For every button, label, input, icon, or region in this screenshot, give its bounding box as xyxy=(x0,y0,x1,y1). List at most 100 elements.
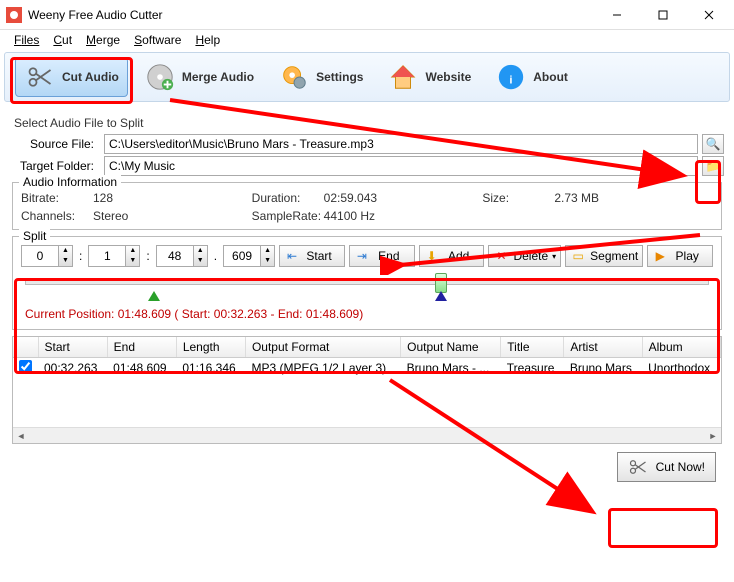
cell-start: 00:32.263 xyxy=(38,358,107,379)
horizontal-scrollbar[interactable]: ◄ ► xyxy=(13,427,721,443)
scroll-right-icon[interactable]: ► xyxy=(705,428,721,444)
bitrate-label: Bitrate: xyxy=(21,191,93,205)
row-checkbox[interactable] xyxy=(19,360,32,373)
scissors-icon xyxy=(628,457,648,477)
close-button[interactable] xyxy=(686,0,732,30)
merge-audio-label: Merge Audio xyxy=(182,70,254,84)
second1-stepper[interactable]: ▲▼ xyxy=(88,245,140,267)
up-arrow-icon[interactable]: ▲ xyxy=(58,246,72,256)
col-start[interactable]: Start xyxy=(38,337,107,358)
add-button[interactable]: ⬇Add xyxy=(419,245,485,267)
scroll-left-icon[interactable]: ◄ xyxy=(13,428,29,444)
maximize-button[interactable] xyxy=(640,0,686,30)
browse-target-button[interactable]: 📁 xyxy=(702,156,724,176)
scissors-icon xyxy=(24,61,56,93)
col-name[interactable]: Output Name xyxy=(401,337,501,358)
play-button[interactable]: ▶Play xyxy=(647,245,713,267)
cell-artist: Bruno Mars xyxy=(564,358,642,379)
settings-label: Settings xyxy=(316,70,363,84)
source-file-label: Source File: xyxy=(10,137,100,151)
samplerate-value: 44100 Hz xyxy=(324,209,483,223)
segment-button[interactable]: ▭Segment xyxy=(565,245,643,267)
play-icon: ▶ xyxy=(652,248,668,264)
second2-input[interactable] xyxy=(157,246,193,266)
size-label: Size: xyxy=(482,191,554,223)
down-arrow-icon[interactable]: ▼ xyxy=(58,256,72,266)
cut-now-button[interactable]: Cut Now! xyxy=(617,452,716,482)
settings-button[interactable]: Settings xyxy=(270,57,371,97)
merge-audio-button[interactable]: Merge Audio xyxy=(136,57,262,97)
menu-software[interactable]: Software xyxy=(128,31,187,49)
minimize-button[interactable] xyxy=(594,0,640,30)
col-end[interactable]: End xyxy=(107,337,176,358)
col-album[interactable]: Album xyxy=(642,337,720,358)
main-toolbar: Cut Audio Merge Audio Settings Website i… xyxy=(4,52,730,102)
cut-audio-label: Cut Audio xyxy=(62,70,119,84)
cut-audio-button[interactable]: Cut Audio xyxy=(15,57,128,97)
source-file-input[interactable] xyxy=(104,134,698,154)
cell-end: 01:48.609 xyxy=(107,358,176,379)
app-icon xyxy=(6,7,22,23)
ms-stepper[interactable]: ▲▼ xyxy=(223,245,275,267)
cd-plus-icon xyxy=(144,61,176,93)
audio-info-group: Audio Information Bitrate:128 Channels:S… xyxy=(12,182,722,230)
menu-cut[interactable]: Cut xyxy=(47,31,78,49)
split-title: Split xyxy=(19,229,50,243)
col-length[interactable]: Length xyxy=(176,337,245,358)
start-marker-icon: ⇤ xyxy=(284,248,300,264)
second2-stepper[interactable]: ▲▼ xyxy=(156,245,208,267)
start-marker-icon xyxy=(148,291,160,301)
window-title: Weeny Free Audio Cutter xyxy=(28,8,594,22)
dropdown-icon: ▾ xyxy=(552,252,556,261)
cell-title: Treasure xyxy=(501,358,564,379)
segment-icon: ▭ xyxy=(570,248,586,264)
track-thumb[interactable] xyxy=(435,273,447,293)
menu-bar: Files Cut Merge Software Help xyxy=(0,30,734,50)
duration-value: 02:59.043 xyxy=(324,191,483,205)
timeline-track[interactable] xyxy=(25,275,709,305)
cell-format: MP3 (MPEG 1/2 Layer 3) xyxy=(245,358,400,379)
audio-info-title: Audio Information xyxy=(19,175,121,189)
menu-merge[interactable]: Merge xyxy=(80,31,126,49)
cell-album: Unorthodox xyxy=(642,358,720,379)
minute-stepper[interactable]: ▲▼ xyxy=(21,245,73,267)
browse-source-button[interactable]: 🔍 xyxy=(702,134,724,154)
size-value: 2.73 MB xyxy=(554,191,713,223)
col-check[interactable] xyxy=(13,337,38,358)
minute-input[interactable] xyxy=(22,246,58,266)
samplerate-label: SampleRate: xyxy=(252,209,324,223)
cell-length: 01:16.346 xyxy=(176,358,245,379)
website-button[interactable]: Website xyxy=(379,57,479,97)
second1-input[interactable] xyxy=(89,246,125,266)
end-marker-icon xyxy=(435,291,447,301)
channels-value: Stereo xyxy=(93,209,252,223)
select-file-section-label: Select Audio File to Split xyxy=(14,116,724,130)
current-position-label: Current Position: 01:48.609 ( Start: 00:… xyxy=(25,307,709,321)
col-format[interactable]: Output Format xyxy=(245,337,400,358)
bitrate-value: 128 xyxy=(93,191,252,205)
info-icon: i xyxy=(495,61,527,93)
track-rail xyxy=(25,279,709,285)
col-artist[interactable]: Artist xyxy=(564,337,642,358)
end-button[interactable]: ⇥End xyxy=(349,245,415,267)
target-folder-input[interactable] xyxy=(104,156,698,176)
start-button[interactable]: ⇤Start xyxy=(279,245,345,267)
annotation-highlight xyxy=(608,508,718,548)
folder-icon: 📁 xyxy=(706,159,721,173)
title-bar: Weeny Free Audio Cutter xyxy=(0,0,734,30)
gear-icon xyxy=(278,61,310,93)
cut-now-label: Cut Now! xyxy=(656,460,705,474)
delete-button[interactable]: ✕Delete▾ xyxy=(488,245,561,267)
target-folder-label: Target Folder: xyxy=(10,159,100,173)
house-icon xyxy=(387,61,419,93)
menu-help[interactable]: Help xyxy=(189,31,226,49)
table-row[interactable]: 00:32.263 01:48.609 01:16.346 MP3 (MPEG … xyxy=(13,358,721,379)
duration-label: Duration: xyxy=(252,191,324,205)
col-title[interactable]: Title xyxy=(501,337,564,358)
menu-files[interactable]: Files xyxy=(8,31,45,49)
svg-text:i: i xyxy=(510,75,513,87)
ms-input[interactable] xyxy=(224,246,260,266)
about-label: About xyxy=(533,70,568,84)
channels-label: Channels: xyxy=(21,209,93,223)
about-button[interactable]: i About xyxy=(487,57,576,97)
